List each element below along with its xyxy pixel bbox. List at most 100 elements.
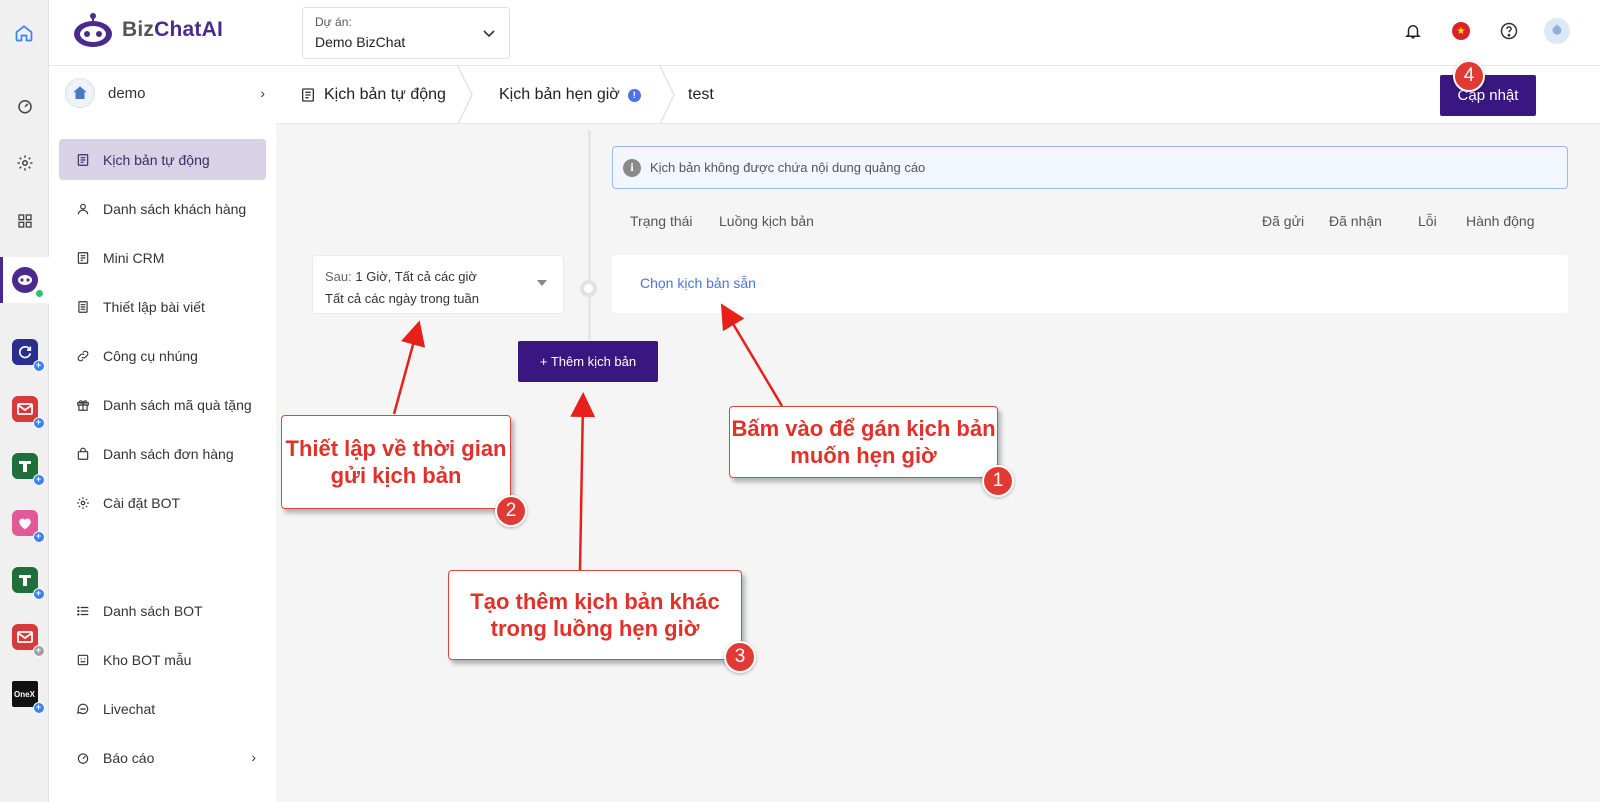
notice-banner: i Kịch bản không được chứa nội dung quản… [612, 146, 1568, 189]
sidebar: demo › Kịch bản tự động Danh sách khách … [49, 66, 276, 802]
sidebar-item-bot-settings[interactable]: Cài đặt BOT [59, 482, 266, 523]
chevron-down-icon [483, 30, 495, 38]
bag-icon [75, 446, 91, 462]
breadcrumb-scheduled-script[interactable]: Kịch bản hẹn giờ ! [499, 66, 641, 124]
rail-app-tiki[interactable]: + [0, 446, 49, 486]
add-app-icon: + [32, 474, 45, 486]
sidebar-item-livechat[interactable]: Livechat [59, 688, 266, 729]
help-button[interactable] [1496, 18, 1522, 44]
rail-apps[interactable] [0, 201, 49, 241]
sidebar-item-label: Danh sách đơn hàng [103, 445, 234, 462]
add-app-icon: + [32, 531, 45, 543]
rail-app-mail-2[interactable]: + [0, 617, 49, 657]
rail-app-heart[interactable]: + [0, 503, 49, 543]
chevron-right-icon: › [260, 85, 265, 101]
column-header-flow: Luồng kịch bản [719, 213, 814, 229]
sidebar-item-label: Kho BOT mẫu [103, 651, 192, 668]
list-icon [75, 603, 91, 619]
sidebar-item-gift-codes[interactable]: Danh sách mã quà tặng [59, 384, 266, 425]
schedule-timer-select[interactable]: Sau: 1 Giờ, Tất cả các giờ Tất cả các ng… [312, 255, 564, 314]
rail-app-mail[interactable]: + [0, 389, 49, 429]
account-switcher[interactable]: demo › [65, 78, 265, 108]
sidebar-item-embed-tools[interactable]: Công cụ nhúng [59, 335, 266, 376]
breadcrumb-separator [659, 66, 675, 124]
column-header-received: Đã nhận [1329, 213, 1382, 229]
choose-template-link[interactable]: Chọn kịch bản sẵn [640, 275, 756, 291]
column-header-errors: Lỗi [1418, 213, 1437, 229]
app-mail-icon: + [11, 396, 45, 429]
app-sync-icon: + [11, 339, 45, 372]
bot-template-icon [75, 652, 91, 668]
rail-bizchat[interactable] [0, 257, 49, 303]
notifications-button[interactable] [1400, 18, 1426, 44]
sidebar-item-customers[interactable]: Danh sách khách hàng [59, 188, 266, 229]
annotation-number-1: 1 [982, 465, 1014, 497]
column-header-status: Trạng thái [630, 213, 693, 229]
app-tiki-icon-2: + [11, 567, 45, 600]
link-icon [75, 348, 91, 364]
rail-settings[interactable] [0, 143, 49, 183]
breadcrumb-auto-script[interactable]: Kịch bản tự động [300, 66, 446, 124]
column-header-actions: Hành động [1466, 213, 1535, 229]
script-icon [302, 88, 314, 102]
sidebar-item-label: Kịch bản tự động [103, 151, 210, 168]
app-rail: + + + + + + OneX + [0, 66, 49, 802]
annotation-callout-3: Tạo thêm kịch bản khác trong luồng hẹn g… [448, 570, 742, 660]
gift-icon [75, 397, 91, 413]
sidebar-item-posts[interactable]: Thiết lập bài viết [59, 286, 266, 327]
add-app-icon: + [32, 417, 45, 429]
top-bar: BizChatAI Dự án: Demo BizChat ★ [0, 0, 1600, 66]
app-onex-icon: OneX + [11, 681, 45, 714]
breadcrumb-label: Kịch bản hẹn giờ [499, 86, 620, 103]
breadcrumb-current: test [688, 66, 714, 124]
help-icon [1500, 22, 1518, 40]
add-app-icon: + [32, 702, 45, 714]
annotation-callout-1: Bấm vào để gán kịch bản muốn hẹn giờ [729, 406, 998, 478]
report-icon [75, 750, 91, 766]
bizchat-logo-icon [74, 13, 112, 47]
bizchat-bot-icon [11, 267, 44, 298]
account-avatar [65, 78, 95, 108]
annotation-callout-2: Thiết lập về thời gian gửi kịch bản [281, 415, 511, 509]
sidebar-item-bot-list[interactable]: Danh sách BOT [59, 590, 266, 631]
app-heart-icon: + [11, 510, 45, 543]
app-logo[interactable]: BizChatAI [72, 12, 223, 48]
flow-node [580, 280, 597, 297]
project-select[interactable]: Dự án: Demo BizChat [302, 7, 510, 59]
annotation-number-2: 2 [495, 495, 527, 527]
schedule-after-value: 1 Giờ, Tất cả các giờ [355, 269, 477, 284]
apps-grid-icon [17, 214, 32, 228]
flow-row: Chọn kịch bản sẵn [612, 255, 1568, 313]
language-button[interactable]: ★ [1448, 18, 1474, 44]
sidebar-item-label: Thiết lập bài viết [103, 298, 205, 315]
add-script-button[interactable]: + Thêm kịch bản [518, 341, 658, 382]
sidebar-item-reports[interactable]: Báo cáo › [59, 737, 266, 778]
sidebar-item-label: Báo cáo [103, 749, 155, 766]
online-dot [34, 289, 44, 298]
sidebar-item-auto-script[interactable]: Kịch bản tự động [59, 139, 266, 180]
bell-icon [1405, 25, 1421, 39]
user-menu-button[interactable] [1544, 18, 1570, 44]
rail-app-onex[interactable]: OneX + [0, 674, 49, 714]
app-mail-icon-2: + [11, 624, 45, 657]
account-name: demo [108, 84, 146, 102]
sidebar-item-bot-templates[interactable]: Kho BOT mẫu [59, 639, 266, 680]
sidebar-item-label: Danh sách khách hàng [103, 200, 247, 217]
sidebar-item-mini-crm[interactable]: Mini CRM [59, 237, 266, 278]
user-icon [75, 201, 91, 217]
rail-app-sync[interactable]: + [0, 332, 49, 372]
user-avatar-icon [1544, 18, 1570, 44]
rail-dashboard[interactable] [0, 86, 49, 126]
project-value: Demo BizChat [315, 34, 406, 50]
sidebar-item-label: Công cụ nhúng [103, 347, 198, 364]
sidebar-item-orders[interactable]: Danh sách đơn hàng [59, 433, 266, 474]
home-button[interactable] [0, 0, 49, 66]
add-app-icon: + [32, 588, 45, 600]
add-app-icon: + [32, 360, 45, 372]
annotation-number-3: 3 [724, 641, 756, 673]
sidebar-item-label: Livechat [103, 700, 156, 717]
breadcrumb-label: Kịch bản tự động [324, 86, 446, 103]
info-icon[interactable]: ! [627, 88, 641, 102]
rail-app-tiki-2[interactable]: + [0, 560, 49, 600]
dashboard-icon [17, 100, 32, 114]
